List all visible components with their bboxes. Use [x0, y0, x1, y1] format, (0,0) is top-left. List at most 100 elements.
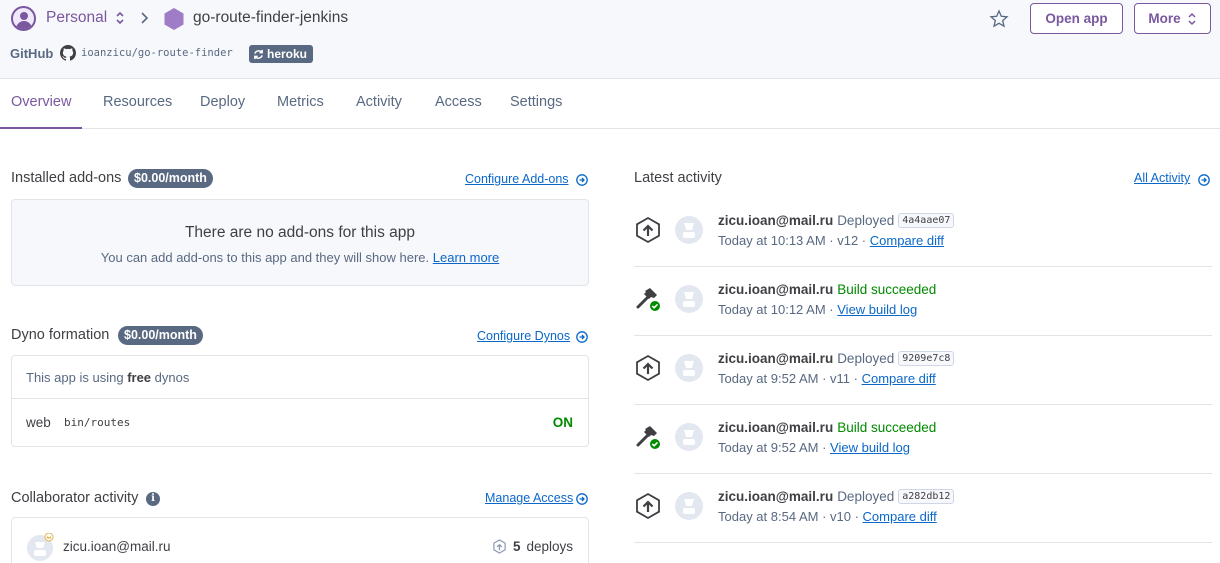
avatar — [674, 215, 704, 245]
collaborator-email: zicu.ioan@mail.ru — [63, 539, 171, 554]
activity-time: Today at 9:52 AM · v11 · — [718, 371, 858, 386]
dyno-type: web — [26, 415, 51, 430]
activity-item: zicu.ioan@mail.ru Deployed a282db12 Today a… — [634, 474, 1212, 543]
active-tab-indicator — [0, 127, 82, 129]
chevron-right-icon — [141, 12, 149, 24]
latest-activity-title: Latest activity — [634, 170, 722, 186]
activity-summary: zicu.ioan@mail.ru Build succeeded — [718, 282, 936, 297]
activity-action: Deployed — [837, 489, 895, 504]
arrow-right-circle-icon[interactable] — [576, 493, 588, 505]
arrow-right-circle-icon[interactable] — [576, 331, 588, 343]
deploy-icon — [634, 492, 662, 520]
tab-activity[interactable]: Activity — [356, 94, 402, 110]
tab-overview[interactable]: Overview — [11, 94, 71, 110]
account-avatar-icon[interactable] — [11, 6, 36, 31]
avatar — [674, 422, 704, 452]
arrow-right-circle-icon[interactable] — [1198, 174, 1210, 186]
commit-sha[interactable]: a282db12 — [898, 489, 955, 504]
addons-empty-state: There are no add-ons for this app You ca… — [11, 199, 589, 286]
star-icon[interactable] — [989, 9, 1009, 29]
dyno-tier: free — [127, 370, 152, 385]
app-header: Personal go-route-finder-jenkins GitHub … — [0, 0, 1220, 79]
chevron-updown-icon — [1188, 12, 1196, 25]
chevron-updown-icon[interactable] — [114, 10, 126, 26]
activity-item: zicu.ioan@mail.ru Deployed 9209e7c8 Today a… — [634, 336, 1212, 405]
view-build-log-link[interactable]: View build log — [830, 440, 910, 455]
activity-action: Deployed — [837, 351, 895, 366]
activity-meta: Today at 9:52 AM · v11 · Compare diff — [718, 371, 936, 386]
collaborator-list: zicu.ioan@mail.ru 5 deploys — [11, 517, 589, 563]
avatar — [674, 353, 704, 383]
activity-item: zicu.ioan@mail.ru Build succeeded Today at… — [634, 267, 1212, 336]
tab-metrics[interactable]: Metrics — [277, 94, 324, 110]
activity-action: Build succeeded — [837, 282, 937, 297]
dyno-command: bin/routes — [64, 416, 131, 429]
deploy-icon — [634, 354, 662, 382]
commit-sha[interactable]: 4a4aae07 — [898, 213, 955, 228]
dyno-state: ON — [552, 415, 573, 430]
deploys-label: deploys — [526, 539, 573, 554]
dyno-info: This app is using free dynos — [26, 370, 189, 385]
pipeline-badge-label: heroku — [267, 47, 308, 61]
deploy-icon — [493, 539, 506, 554]
activity-meta: Today at 9:52 AM · View build log — [718, 440, 910, 455]
more-button[interactable]: More — [1134, 3, 1211, 34]
all-activity-link[interactable]: All Activity — [1134, 171, 1190, 185]
build-succeeded-icon — [634, 423, 662, 451]
tab-deploy[interactable]: Deploy — [200, 94, 245, 110]
repo-link[interactable]: ioanzicu/go-route-finder — [81, 47, 233, 59]
tab-settings[interactable]: Settings — [510, 94, 562, 110]
sync-icon — [254, 49, 263, 59]
configure-dynos-link[interactable]: Configure Dynos — [477, 329, 570, 343]
manage-access-link[interactable]: Manage Access — [485, 491, 573, 505]
configure-addons-link[interactable]: Configure Add-ons — [465, 172, 569, 186]
build-succeeded-icon — [634, 285, 662, 313]
pipeline-badge[interactable]: heroku — [249, 45, 314, 63]
activity-meta: Today at 10:12 AM · View build log — [718, 302, 917, 317]
commit-sha[interactable]: 9209e7c8 — [898, 351, 955, 366]
divider — [12, 398, 588, 399]
activity-user: zicu.ioan@mail.ru — [718, 351, 834, 366]
activity-summary: zicu.ioan@mail.ru Build succeeded — [718, 420, 936, 435]
activity-summary: zicu.ioan@mail.ru Deployed 4a4aae07 — [718, 213, 955, 228]
dyno-info-suffix: dynos — [154, 370, 190, 385]
activity-user: zicu.ioan@mail.ru — [718, 420, 834, 435]
activity-action: Build succeeded — [837, 420, 937, 435]
github-label: GitHub — [10, 46, 54, 61]
tab-resources[interactable]: Resources — [103, 94, 172, 110]
info-icon[interactable]: i — [146, 492, 160, 506]
addons-title: Installed add-ons — [11, 170, 122, 186]
open-app-button[interactable]: Open app — [1030, 3, 1123, 34]
activity-summary: zicu.ioan@mail.ru Deployed 9209e7c8 — [718, 351, 955, 366]
activity-meta: Today at 8:54 AM · v10 · Compare diff — [718, 509, 937, 524]
activity-user: zicu.ioan@mail.ru — [718, 282, 834, 297]
activity-time: Today at 10:13 AM · v12 · — [718, 233, 867, 248]
activity-user: zicu.ioan@mail.ru — [718, 489, 834, 504]
addons-empty-text: You can add add-ons to this app and they… — [100, 250, 430, 265]
avatar — [674, 491, 704, 521]
activity-time: Today at 9:52 AM · — [718, 440, 827, 455]
collaborator-deploys: 5 deploys — [492, 539, 573, 554]
addons-price-badge: $0.00/month — [128, 169, 213, 188]
compare-diff-link[interactable]: Compare diff — [863, 509, 937, 524]
activity-item: zicu.ioan@mail.ru Deployed 4a4aae07 Today a… — [634, 198, 1212, 267]
compare-diff-link[interactable]: Compare diff — [862, 371, 936, 386]
app-tabs: Overview Resources Deploy Metrics Activi… — [0, 79, 1220, 129]
dyno-info-prefix: This app is using — [26, 370, 124, 385]
view-build-log-link[interactable]: View build log — [837, 302, 917, 317]
app-hexagon-icon — [164, 8, 184, 30]
activity-time: Today at 10:12 AM · — [718, 302, 834, 317]
deploys-count: 5 — [512, 539, 521, 554]
learn-more-link[interactable]: Learn more — [433, 250, 499, 265]
addons-empty-subtitle: You can add add-ons to this app and they… — [12, 250, 588, 265]
avatar — [674, 284, 704, 314]
avatar — [27, 533, 54, 561]
app-name: go-route-finder-jenkins — [193, 9, 349, 26]
arrow-right-circle-icon[interactable] — [576, 174, 588, 186]
open-app-label: Open app — [1045, 11, 1108, 26]
tab-access[interactable]: Access — [435, 94, 482, 110]
dyno-price-badge: $0.00/month — [118, 326, 203, 345]
compare-diff-link[interactable]: Compare diff — [870, 233, 944, 248]
github-icon — [60, 45, 76, 61]
account-switcher[interactable]: Personal — [46, 9, 107, 27]
